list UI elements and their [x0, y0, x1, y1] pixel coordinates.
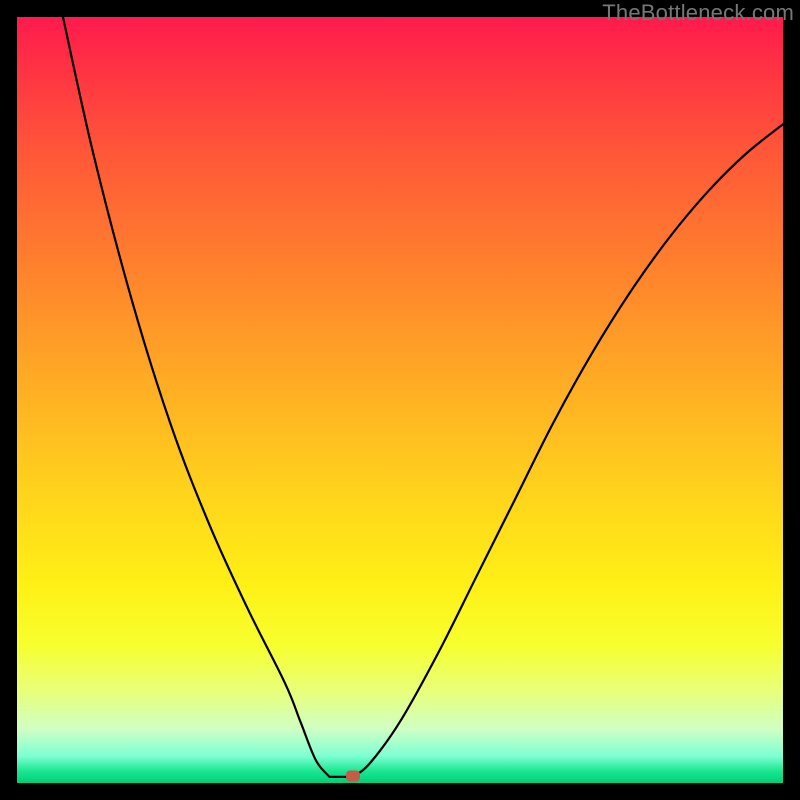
- watermark-text: TheBottleneck.com: [602, 0, 794, 26]
- bottleneck-curve: [17, 17, 783, 783]
- chart-frame: [17, 17, 783, 783]
- optimum-marker: [346, 771, 360, 782]
